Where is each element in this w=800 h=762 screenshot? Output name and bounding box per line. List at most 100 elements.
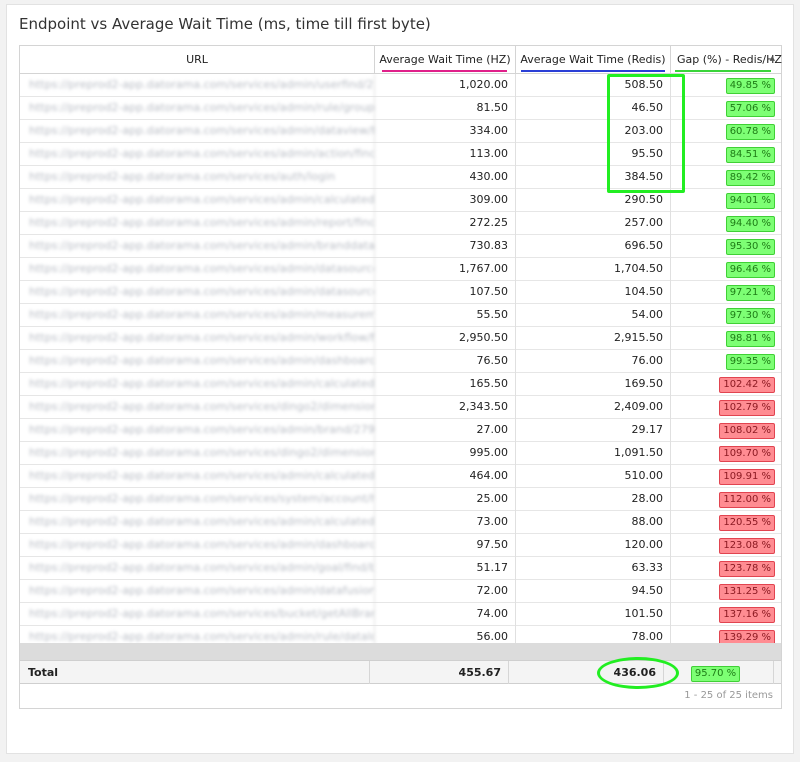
url-cell[interactable]: https://preprod2-app.datorama.com/servic… — [20, 166, 375, 189]
gap-badge: 97.30 % — [725, 308, 775, 324]
redis-cell: 1,704.50 — [516, 258, 671, 281]
sort-arrow-icon[interactable]: ▲ — [770, 54, 775, 62]
table-row[interactable]: https://preprod2-app.datorama.com/servic… — [20, 235, 781, 258]
url-cell[interactable]: https://preprod2-app.datorama.com/servic… — [20, 235, 375, 258]
url-cell[interactable]: https://preprod2-app.datorama.com/servic… — [20, 396, 375, 419]
url-cell[interactable]: https://preprod2-app.datorama.com/servic… — [20, 304, 375, 327]
widget-panel: Endpoint vs Average Wait Time (ms, time … — [6, 4, 794, 754]
url-cell[interactable]: https://preprod2-app.datorama.com/servic… — [20, 580, 375, 603]
url-cell[interactable]: https://preprod2-app.datorama.com/servic… — [20, 281, 375, 304]
gap-cell: 94.01 % — [671, 189, 781, 212]
url-cell[interactable]: https://preprod2-app.datorama.com/servic… — [20, 465, 375, 488]
url-cell[interactable]: https://preprod2-app.datorama.com/servic… — [20, 557, 375, 580]
table-row[interactable]: https://preprod2-app.datorama.com/servic… — [20, 396, 781, 419]
hz-cell: 76.50 — [375, 350, 516, 373]
gap-badge: 95.30 % — [725, 239, 775, 255]
table-row[interactable]: https://preprod2-app.datorama.com/servic… — [20, 557, 781, 580]
table-row[interactable]: https://preprod2-app.datorama.com/servic… — [20, 419, 781, 442]
redis-cell: 1,091.50 — [516, 442, 671, 465]
hz-cell: 51.17 — [375, 557, 516, 580]
hz-cell: 27.00 — [375, 419, 516, 442]
hz-cell: 72.00 — [375, 580, 516, 603]
url-cell[interactable]: https://preprod2-app.datorama.com/servic… — [20, 97, 375, 120]
highlight-rectangle — [607, 74, 685, 193]
gap-cell: 89.42 % — [671, 166, 781, 189]
hz-underline — [382, 70, 507, 72]
column-header-redis-label: Average Wait Time (Redis) — [520, 53, 666, 66]
column-header-redis[interactable]: Average Wait Time (Redis) — [516, 46, 671, 74]
gap-badge: 97.21 % — [725, 285, 775, 301]
url-cell[interactable]: https://preprod2-app.datorama.com/servic… — [20, 350, 375, 373]
gap-cell: 99.35 % — [671, 350, 781, 373]
column-header-url[interactable]: URL — [20, 46, 375, 74]
url-cell[interactable]: https://preprod2-app.datorama.com/servic… — [20, 74, 375, 97]
table-row[interactable]: https://preprod2-app.datorama.com/servic… — [20, 258, 781, 281]
table-row[interactable]: https://preprod2-app.datorama.com/servic… — [20, 304, 781, 327]
url-cell[interactable]: https://preprod2-app.datorama.com/servic… — [20, 143, 375, 166]
gap-badge: 57.06 % — [725, 101, 775, 117]
url-cell[interactable]: https://preprod2-app.datorama.com/servic… — [20, 120, 375, 143]
url-cell[interactable]: https://preprod2-app.datorama.com/servic… — [20, 442, 375, 465]
gap-badge: 94.01 % — [725, 193, 775, 209]
redis-cell: 257.00 — [516, 212, 671, 235]
table-row[interactable]: https://preprod2-app.datorama.com/servic… — [20, 281, 781, 304]
redis-cell: 2,409.00 — [516, 396, 671, 419]
gap-cell: 98.81 % — [671, 327, 781, 350]
url-cell[interactable]: https://preprod2-app.datorama.com/servic… — [20, 603, 375, 626]
table-row[interactable]: https://preprod2-app.datorama.com/servic… — [20, 465, 781, 488]
gap-cell: 108.02 % — [671, 419, 781, 442]
total-gap-badge: 95.70 % — [690, 666, 741, 682]
table-row[interactable]: https://preprod2-app.datorama.com/servic… — [20, 350, 781, 373]
gap-badge: 112.00 % — [719, 492, 775, 508]
hz-cell: 309.00 — [375, 189, 516, 212]
url-cell[interactable]: https://preprod2-app.datorama.com/servic… — [20, 419, 375, 442]
table-row[interactable]: https://preprod2-app.datorama.com/servic… — [20, 373, 781, 396]
gap-badge: 123.08 % — [719, 538, 775, 554]
column-header-hz[interactable]: Average Wait Time (HZ) — [375, 46, 516, 74]
table-row[interactable]: https://preprod2-app.datorama.com/servic… — [20, 534, 781, 557]
gap-badge: 84.51 % — [725, 147, 775, 163]
redis-cell: 101.50 — [516, 603, 671, 626]
url-cell[interactable]: https://preprod2-app.datorama.com/servic… — [20, 373, 375, 396]
gap-cell: 94.40 % — [671, 212, 781, 235]
gap-cell: 112.00 % — [671, 488, 781, 511]
hz-cell: 995.00 — [375, 442, 516, 465]
table-row[interactable]: https://preprod2-app.datorama.com/servic… — [20, 327, 781, 350]
redis-cell: 2,915.50 — [516, 327, 671, 350]
url-cell[interactable]: https://preprod2-app.datorama.com/servic… — [20, 488, 375, 511]
gap-cell: 57.06 % — [671, 97, 781, 120]
url-cell[interactable]: https://preprod2-app.datorama.com/servic… — [20, 534, 375, 557]
total-hz: 455.67 — [370, 661, 509, 684]
redis-cell: 29.17 — [516, 419, 671, 442]
url-cell[interactable]: https://preprod2-app.datorama.com/servic… — [20, 189, 375, 212]
hz-cell: 74.00 — [375, 603, 516, 626]
table-row[interactable]: https://preprod2-app.datorama.com/servic… — [20, 212, 781, 235]
hz-cell: 81.50 — [375, 97, 516, 120]
redis-cell: 28.00 — [516, 488, 671, 511]
hz-cell: 73.00 — [375, 511, 516, 534]
redis-underline — [521, 70, 665, 72]
table-row[interactable]: https://preprod2-app.datorama.com/servic… — [20, 511, 781, 534]
gap-cell: 84.51 % — [671, 143, 781, 166]
table-row[interactable]: https://preprod2-app.datorama.com/servic… — [20, 603, 781, 626]
hz-cell: 2,950.50 — [375, 327, 516, 350]
column-header-hz-label: Average Wait Time (HZ) — [379, 53, 511, 66]
url-cell[interactable]: https://preprod2-app.datorama.com/servic… — [20, 327, 375, 350]
hz-cell: 730.83 — [375, 235, 516, 258]
total-label: Total — [20, 661, 370, 684]
table-row[interactable]: https://preprod2-app.datorama.com/servic… — [20, 488, 781, 511]
redis-cell: 88.00 — [516, 511, 671, 534]
table-row[interactable]: https://preprod2-app.datorama.com/servic… — [20, 442, 781, 465]
grid-header: URL Average Wait Time (HZ) Average Wait … — [20, 46, 782, 74]
gap-badge: 102.42 % — [719, 377, 775, 393]
hz-cell: 25.00 — [375, 488, 516, 511]
redis-cell: 696.50 — [516, 235, 671, 258]
url-cell[interactable]: https://preprod2-app.datorama.com/servic… — [20, 258, 375, 281]
hz-cell: 272.25 — [375, 212, 516, 235]
table-row[interactable]: https://preprod2-app.datorama.com/servic… — [20, 580, 781, 603]
url-cell[interactable]: https://preprod2-app.datorama.com/servic… — [20, 212, 375, 235]
column-header-gap[interactable]: Gap (%) - Redis/HZ ▲ — [671, 46, 782, 74]
url-cell[interactable]: https://preprod2-app.datorama.com/servic… — [20, 511, 375, 534]
gap-cell: 120.55 % — [671, 511, 781, 534]
gap-badge: 60.78 % — [725, 124, 775, 140]
